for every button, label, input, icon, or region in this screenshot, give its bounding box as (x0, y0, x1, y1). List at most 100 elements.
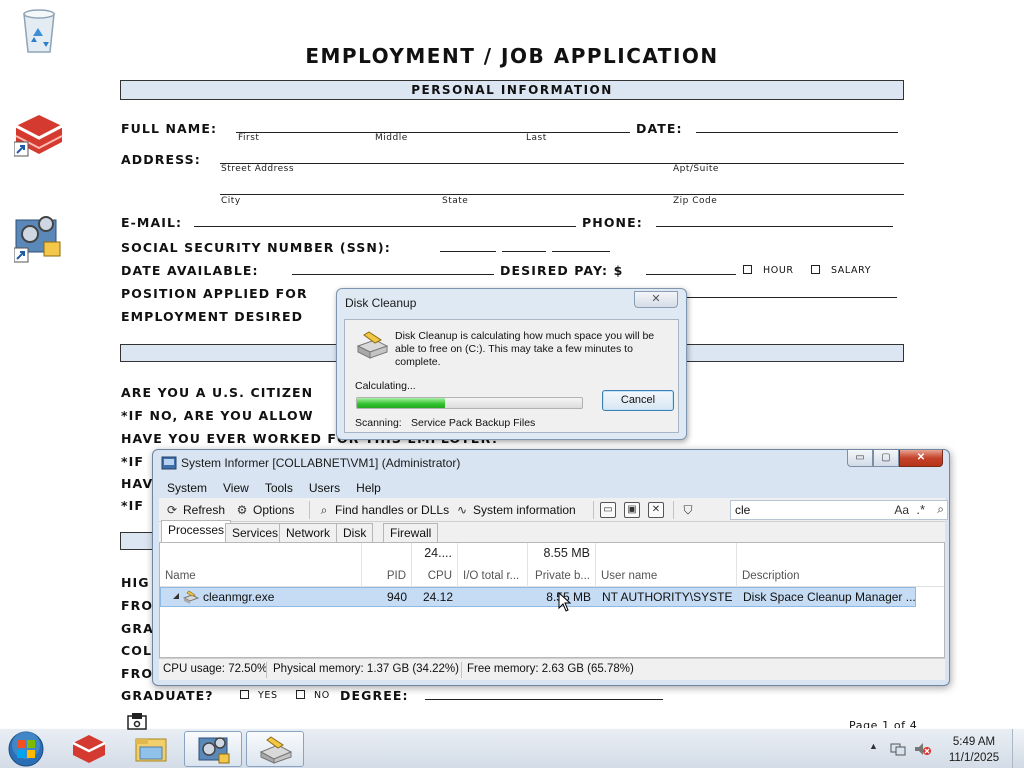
table-row[interactable]: ◢ cleanmgr.exe 940 24.12 8.55 MB NT AUTH… (160, 587, 916, 607)
system-information-button[interactable]: ∿ System information (455, 501, 576, 519)
from-row-1-label: FRO (121, 598, 154, 613)
regex-toggle[interactable]: .* (916, 502, 925, 517)
hour-checkbox[interactable] (743, 265, 752, 274)
date-available-label: DATE AVAILABLE: (121, 263, 259, 278)
close-window-icon[interactable]: ✕ (648, 502, 664, 518)
document-print-icon[interactable] (126, 713, 148, 731)
options-label: Options (253, 503, 295, 517)
street-address-caption: Street Address (221, 164, 295, 174)
column-description[interactable]: Description (737, 543, 944, 587)
system-informer-window[interactable]: System Informer [COLLABNET\VM1] (Adminis… (152, 449, 950, 686)
column-user-name[interactable]: User name (596, 543, 737, 587)
cancel-button[interactable]: Cancel (602, 390, 674, 411)
tab-network[interactable]: Network (279, 523, 338, 542)
menu-view[interactable]: View (215, 478, 257, 498)
salary-checkbox[interactable] (811, 265, 820, 274)
taskbar-file-explorer[interactable] (122, 731, 180, 767)
taskbar-red-app[interactable] (60, 731, 118, 767)
date-line[interactable] (696, 120, 898, 133)
process-name: cleanmgr.exe (203, 590, 275, 604)
find-handles-label: Find handles or DLLs (335, 503, 450, 517)
taskbar-clock[interactable]: 5:49 AM 11/1/2025 (938, 734, 1010, 766)
graduate-label: GRADUATE? (121, 688, 214, 703)
column-pid[interactable]: PID (362, 543, 412, 587)
graduate-no-checkbox[interactable] (296, 690, 305, 699)
ssn-line-part-2[interactable] (502, 239, 546, 252)
close-button[interactable]: ✕ (899, 450, 943, 467)
disk-cleanup-dialog[interactable]: Disk Cleanup ✕ Disk Cleanup is calculati… (336, 288, 687, 440)
maximize-button[interactable]: ▢ (873, 450, 899, 467)
phone-line[interactable] (656, 214, 893, 227)
search-input[interactable]: cle (735, 503, 750, 517)
tab-disk[interactable]: Disk (336, 523, 374, 542)
network-icon[interactable] (890, 741, 906, 757)
process-list[interactable]: Name PID 24.... CPU I/O total r... 8.55 M… (159, 542, 945, 658)
menu-tools[interactable]: Tools (257, 478, 301, 498)
taskbar-system-informer[interactable] (184, 731, 242, 767)
ssn-line-part-3[interactable] (552, 239, 610, 252)
position-applied-line[interactable] (686, 285, 897, 298)
taskbar-disk-cleanup[interactable] (246, 731, 304, 767)
toolbar: ⟳ Refresh ⚙ Options ⌕ Find handles or DLLs … (159, 498, 948, 522)
private-bytes-total: 8.55 MB (543, 546, 590, 560)
employment-desired-label: EMPLOYMENT DESIRED (121, 309, 304, 324)
refresh-button[interactable]: ⟳ Refresh (165, 501, 225, 519)
show-desktop-button[interactable] (1012, 729, 1024, 768)
search-icon: ⌕ (320, 503, 328, 517)
match-case-toggle[interactable]: Aa (894, 503, 909, 517)
recycle-bin-icon[interactable] (18, 6, 60, 56)
options-button[interactable]: ⚙ Options (235, 501, 295, 519)
full-name-line[interactable] (236, 120, 630, 133)
status-separator (461, 662, 462, 678)
show-hidden-icons-button[interactable]: ▲ (869, 741, 878, 751)
status-separator (266, 662, 267, 678)
find-handles-button[interactable]: ⌕ Find handles or DLLs (317, 501, 449, 519)
column-io-total[interactable]: I/O total r... (458, 543, 528, 587)
tab-processes[interactable]: Processes (161, 520, 232, 542)
if-row-1-label: *IF (121, 454, 145, 469)
gear-icon: ⚙ (236, 503, 248, 517)
first-name-caption: First (238, 133, 260, 143)
window-controls: ▭ ▢ ✕ (847, 450, 943, 467)
tab-firewall[interactable]: Firewall (383, 523, 439, 542)
column-name[interactable]: Name (160, 543, 362, 587)
email-line[interactable] (194, 214, 576, 227)
menu-users[interactable]: Users (301, 478, 348, 498)
scanning-value: Service Pack Backup Files (411, 417, 536, 429)
search-icon[interactable]: ⌕ (937, 502, 944, 517)
degree-line[interactable] (425, 687, 663, 700)
expand-arrow-icon[interactable]: ◢ (173, 591, 179, 600)
graduate-yes-checkbox[interactable] (240, 690, 249, 699)
us-citizen-label: ARE YOU A U.S. CITIZEN (121, 385, 314, 400)
column-cpu[interactable]: 24.... CPU (412, 543, 458, 587)
tab-services[interactable]: Services (225, 523, 286, 542)
graduate-no-caption: NO (314, 690, 330, 701)
full-name-label: FULL NAME: (121, 121, 218, 136)
column-private-bytes[interactable]: 8.55 MB Private b... (528, 543, 596, 587)
pulse-icon: ∿ (456, 503, 468, 517)
hav-row-label: HAV (121, 476, 154, 491)
search-box[interactable]: cle Aa .* ⌕ (730, 500, 948, 520)
state-caption: State (442, 196, 469, 206)
start-button[interactable] (6, 730, 46, 768)
red-app-shortcut-icon[interactable] (13, 112, 64, 162)
ssn-line-part-1[interactable] (440, 239, 496, 252)
city-state-zip-line[interactable] (220, 182, 904, 195)
shield-button[interactable]: ⛉ (681, 501, 699, 519)
disk-cleanup-body: Disk Cleanup is calculating how much spa… (344, 319, 679, 433)
minimize-button[interactable]: ▭ (847, 450, 873, 467)
date-available-line[interactable] (292, 262, 494, 275)
refresh-icon: ⟳ (166, 503, 178, 517)
address-line[interactable] (220, 151, 904, 164)
college-label: COL (121, 643, 153, 658)
apt-suite-caption: Apt/Suite (673, 164, 719, 174)
volume-muted-icon[interactable] (914, 741, 932, 757)
find-window-icon[interactable]: ▣ (624, 502, 640, 518)
menu-system[interactable]: System (159, 478, 215, 498)
window-icon[interactable]: ▭ (600, 502, 616, 518)
desired-pay-line[interactable] (646, 262, 736, 275)
menu-help[interactable]: Help (348, 478, 389, 498)
from-row-2-label: FRO (121, 666, 154, 681)
disk-cleanup-close-button[interactable]: ✕ (634, 291, 678, 308)
system-settings-shortcut-icon[interactable] (13, 212, 64, 263)
